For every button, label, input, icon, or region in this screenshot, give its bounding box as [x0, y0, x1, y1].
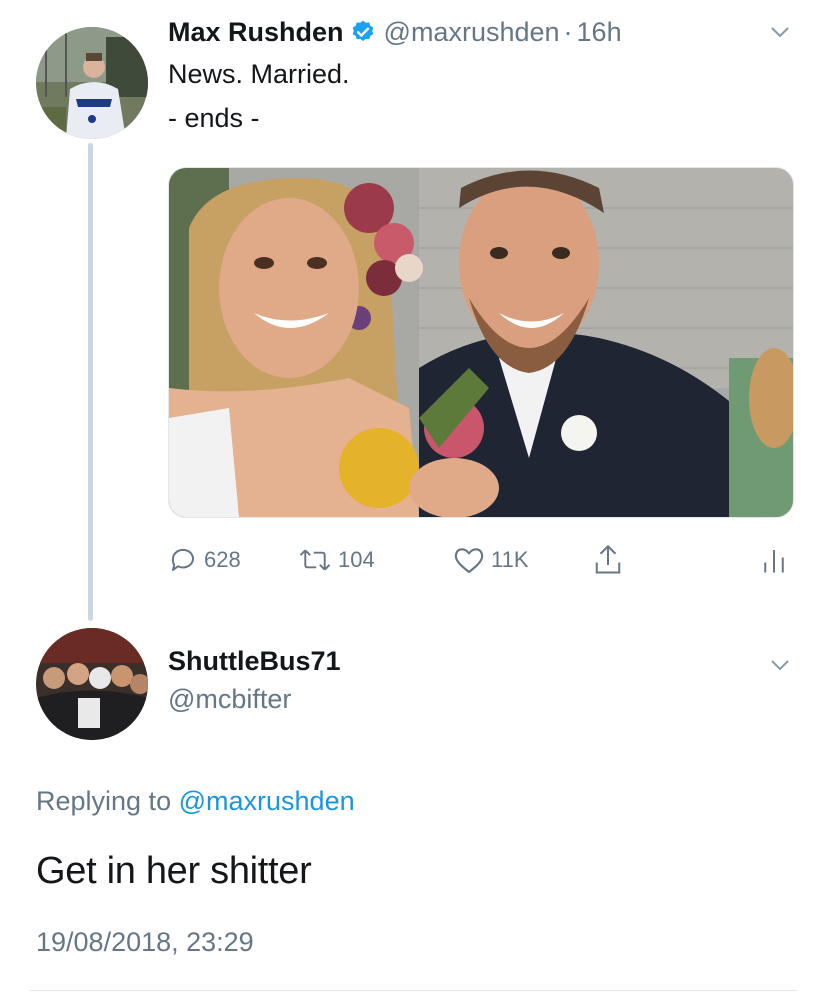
reply-count: 628 — [204, 547, 241, 572]
reply-action[interactable]: 628 — [168, 540, 241, 580]
replying-to-handle-link[interactable]: @maxrushden — [179, 786, 355, 816]
header-separator: · — [563, 16, 573, 47]
reply-chevron-down-icon[interactable] — [770, 655, 790, 675]
retweet-icon — [299, 549, 331, 571]
replying-to: Replying to @maxrushden — [36, 786, 355, 817]
analytics-action[interactable] — [760, 540, 794, 580]
reply-timestamp[interactable]: 19/08/2018, 23:29 — [36, 927, 254, 958]
tweet-text-line-2: - ends - — [168, 103, 260, 133]
thread-connector-line — [88, 143, 93, 621]
reply-icon — [171, 548, 194, 571]
reply-author-name[interactable]: ShuttleBus71 — [168, 646, 341, 677]
share-action[interactable] — [593, 540, 629, 580]
retweet-count: 104 — [338, 547, 375, 572]
like-count: 11K — [491, 547, 529, 572]
author-handle[interactable]: @maxrushden — [384, 17, 560, 48]
replying-to-prefix: Replying to — [36, 786, 172, 816]
author-avatar[interactable] — [36, 27, 148, 139]
tweet-photo[interactable] — [168, 167, 794, 518]
analytics-icon — [764, 550, 784, 573]
author-name[interactable]: Max Rushden — [168, 17, 344, 48]
tweet-text-line-1: News. Married. — [168, 59, 350, 89]
reply-author-avatar[interactable] — [36, 628, 148, 740]
chevron-down-icon[interactable] — [770, 22, 790, 42]
reply-text: Get in her shitter — [36, 850, 312, 892]
reply-author-handle[interactable]: @mcbifter — [168, 684, 291, 715]
tweet-header: Max Rushden @maxrushden · 16h — [168, 14, 622, 50]
like-action[interactable]: 11K — [453, 540, 529, 580]
bottom-divider — [30, 990, 797, 991]
verified-badge-icon — [350, 19, 376, 45]
heart-icon — [454, 548, 484, 574]
tweet-actions-bar: 628 104 11K — [168, 540, 792, 580]
tweet-time[interactable]: 16h — [577, 17, 622, 48]
share-icon — [595, 544, 621, 574]
wedding-selfie-photo-icon — [169, 168, 793, 517]
retweet-action[interactable]: 104 — [298, 540, 375, 580]
